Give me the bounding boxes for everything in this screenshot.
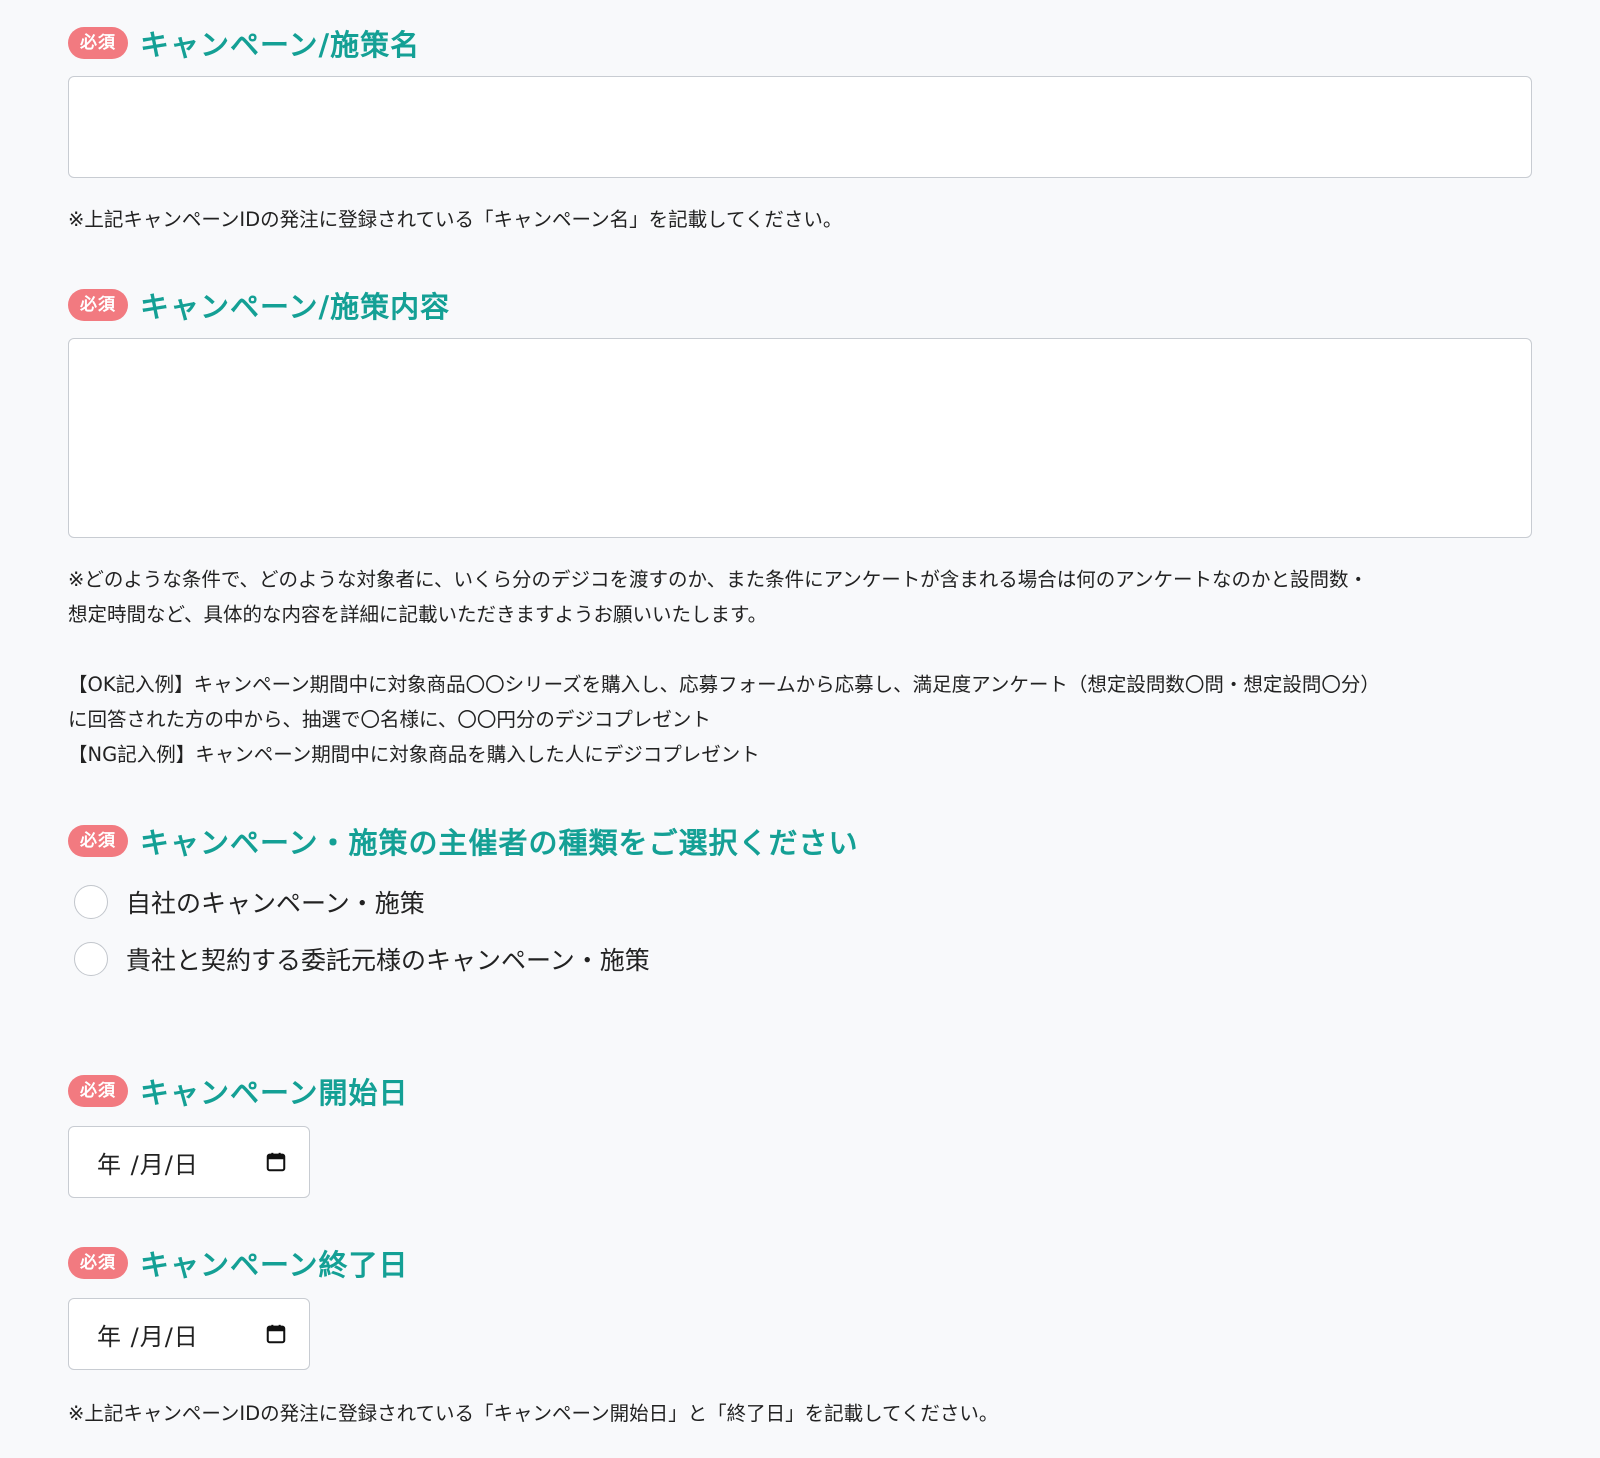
start-date-label: 必須 キャンペーン開始日 [68, 1071, 409, 1111]
start-date-placeholder: 年 /月/日 [97, 1150, 199, 1179]
campaign-content-note-line1: ※どのような条件で、どのような対象者に、いくら分のデジコを渡すのか、また条件にア… [68, 568, 1369, 591]
radio-button[interactable] [74, 885, 108, 919]
organizer-type-label: 必須 キャンペーン・施策の主催者の種類をご選択ください [68, 821, 859, 861]
campaign-name-note: ※上記キャンペーンIDの発注に登録されている「キャンペーン名」を記載してください… [68, 208, 843, 231]
radio-label: 自社のキャンペーン・施策 [126, 889, 425, 918]
required-badge: 必須 [68, 289, 128, 321]
required-badge: 必須 [68, 1075, 128, 1107]
campaign-name-label-text: キャンペーン/施策名 [140, 28, 421, 62]
organizer-option-client[interactable]: 貴社と契約する委託元様のキャンペーン・施策 [74, 939, 650, 979]
campaign-content-label-text: キャンペーン/施策内容 [140, 290, 451, 324]
start-date-input[interactable]: 年 /月/日 [68, 1126, 310, 1198]
required-badge: 必須 [68, 1247, 128, 1279]
end-date-label: 必須 キャンペーン終了日 [68, 1243, 409, 1283]
date-note: ※上記キャンペーンIDの発注に登録されている「キャンペーン開始日」と「終了日」を… [68, 1402, 999, 1425]
campaign-name-label: 必須 キャンペーン/施策名 [68, 23, 420, 63]
calendar-icon[interactable] [265, 1323, 287, 1345]
campaign-content-label: 必須 キャンペーン/施策内容 [68, 285, 450, 325]
ok-example-line2: に回答された方の中から、抽選で〇名様に、〇〇円分のデジコプレゼント [68, 708, 711, 731]
organizer-option-own[interactable]: 自社のキャンペーン・施策 [74, 882, 425, 922]
campaign-content-textarea[interactable] [68, 338, 1532, 538]
required-badge: 必須 [68, 27, 128, 59]
end-date-input[interactable]: 年 /月/日 [68, 1298, 310, 1370]
required-badge: 必須 [68, 825, 128, 857]
end-date-label-text: キャンペーン終了日 [140, 1248, 409, 1282]
ng-example: 【NG記入例】キャンペーン期間中に対象商品を購入した人にデジコプレゼント [68, 743, 760, 766]
organizer-type-label-text: キャンペーン・施策の主催者の種類をご選択ください [140, 826, 859, 860]
campaign-name-input[interactable] [68, 76, 1532, 178]
ok-example-line1: 【OK記入例】キャンペーン期間中に対象商品〇〇シリーズを購入し、応募フォームから… [68, 673, 1380, 696]
end-date-placeholder: 年 /月/日 [97, 1322, 199, 1351]
radio-button[interactable] [74, 942, 108, 976]
start-date-label-text: キャンペーン開始日 [140, 1076, 409, 1110]
calendar-icon[interactable] [265, 1151, 287, 1173]
radio-label: 貴社と契約する委託元様のキャンペーン・施策 [126, 946, 650, 975]
campaign-form: 必須 キャンペーン/施策名 ※上記キャンペーンIDの発注に登録されている「キャン… [0, 0, 1600, 1458]
campaign-content-note-line2: 想定時間など、具体的な内容を詳細に記載いただきますようお願いいたします。 [68, 603, 768, 626]
